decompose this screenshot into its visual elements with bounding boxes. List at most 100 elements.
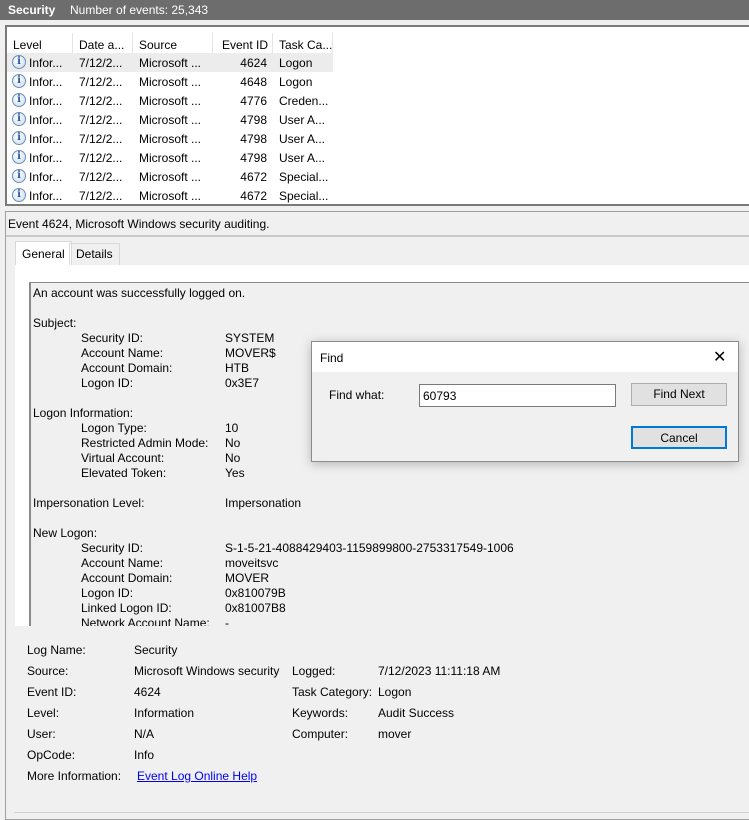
message-value: No (225, 436, 241, 450)
event-count: Number of events: 25,343 (70, 3, 209, 17)
row-source: Microsoft ... (139, 113, 202, 127)
message-key: Network Account Name: (81, 616, 210, 626)
keywords-label: Keywords: (292, 706, 349, 720)
row-level: Infor... (29, 75, 63, 89)
log-name-value: Security (134, 643, 178, 657)
message-value: MOVER (225, 571, 270, 585)
message-value: MOVER$ (225, 346, 276, 360)
find-title-bar: Find ✕ (312, 342, 738, 372)
close-icon[interactable]: ✕ (713, 347, 726, 367)
row-source: Microsoft ... (139, 75, 202, 89)
message-value: SYSTEM (225, 331, 275, 345)
row-event-id: 4798 (240, 132, 267, 146)
log-title: Security (8, 3, 56, 17)
tab-details[interactable]: Details (69, 243, 120, 265)
tab-general[interactable]: General (15, 241, 72, 266)
row-level: Infor... (29, 94, 63, 108)
message-key: Logon ID: (81, 586, 134, 600)
message-key: Linked Logon ID: (81, 601, 172, 615)
message-key: Virtual Account: (81, 451, 165, 465)
row-level: Infor... (29, 189, 63, 203)
find-title: Find (320, 351, 344, 365)
find-next-button[interactable]: Find Next (631, 383, 727, 406)
message-key: Logon Type: (81, 421, 147, 435)
level-label: Level: (27, 706, 60, 720)
source-value: Microsoft Windows security (134, 664, 280, 678)
user-value: N/A (134, 727, 155, 741)
column-task-category[interactable]: Task Ca... (273, 33, 333, 55)
information-icon: i (12, 55, 26, 69)
logged-label: Logged: (292, 664, 336, 678)
information-icon: i (12, 188, 26, 202)
event-row[interactable]: i Infor... 7/12/2... Microsoft ... 4672 … (7, 167, 333, 186)
row-level: Infor... (29, 151, 63, 165)
event-row[interactable]: i Infor... 7/12/2... Microsoft ... 4798 … (7, 148, 333, 167)
message-key: Security ID: (81, 541, 144, 555)
row-source: Microsoft ... (139, 56, 202, 70)
row-task-category: User A... (279, 132, 326, 146)
information-icon: i (12, 74, 26, 88)
task-category-value: Logon (378, 685, 412, 699)
column-source[interactable]: Source (133, 33, 213, 55)
message-line: New Logon: (33, 526, 98, 540)
row-event-id: 4624 (240, 56, 267, 70)
row-date: 7/12/2... (79, 75, 123, 89)
message-line: An account was successfully logged on. (33, 286, 246, 300)
message-key: Account Name: (81, 556, 164, 570)
message-value: Yes (225, 466, 245, 480)
row-source: Microsoft ... (139, 94, 202, 108)
find-what-label: Find what: (329, 388, 385, 402)
row-event-id: 4648 (240, 75, 267, 89)
message-value: Impersonation (225, 496, 302, 510)
event-row[interactable]: i Infor... 7/12/2... Microsoft ... 4798 … (7, 129, 333, 148)
row-date: 7/12/2... (79, 189, 123, 203)
message-value: 10 (225, 421, 239, 435)
row-date: 7/12/2... (79, 170, 123, 184)
message-key: Elevated Token: (81, 466, 167, 480)
message-value: HTB (225, 361, 249, 375)
row-level: Infor... (29, 170, 63, 184)
row-event-id: 4798 (240, 113, 267, 127)
divider (14, 812, 749, 813)
message-key: Security ID: (81, 331, 144, 345)
cancel-button[interactable]: Cancel (631, 426, 727, 449)
row-event-id: 4672 (240, 170, 267, 184)
information-icon: i (12, 150, 26, 164)
row-task-category: Logon (279, 75, 313, 89)
message-key: Restricted Admin Mode: (81, 436, 209, 450)
opcode-label: OpCode: (27, 748, 76, 762)
row-date: 7/12/2... (79, 113, 123, 127)
message-line: Logon Information: (33, 406, 134, 420)
row-level: Infor... (29, 132, 63, 146)
event-id-label: Event ID: (27, 685, 77, 699)
row-event-id: 4776 (240, 94, 267, 108)
column-event-id[interactable]: Event ID (213, 33, 273, 55)
message-key: Logon ID: (81, 376, 134, 390)
find-dialog: Find ✕ Find what: Find Next Cancel (311, 341, 739, 462)
event-list[interactable]: Level Date a... Source Event ID Task Ca.… (5, 25, 749, 206)
row-event-id: 4672 (240, 189, 267, 203)
event-row[interactable]: i Infor... 7/12/2... Microsoft ... 4798 … (7, 110, 333, 129)
information-icon: i (12, 169, 26, 183)
opcode-value: Info (134, 748, 155, 762)
level-value: Information (134, 706, 195, 720)
row-source: Microsoft ... (139, 151, 202, 165)
row-source: Microsoft ... (139, 189, 202, 203)
computer-value: mover (378, 727, 412, 741)
row-task-category: User A... (279, 151, 326, 165)
user-label: User: (27, 727, 56, 741)
task-category-label: Task Category: (292, 685, 373, 699)
message-key: Account Domain: (81, 571, 173, 585)
message-key: Account Name: (81, 346, 164, 360)
find-what-input[interactable] (419, 384, 616, 407)
message-value: No (225, 451, 241, 465)
event-row[interactable]: i Infor... 7/12/2... Microsoft ... 4648 … (7, 72, 333, 91)
event-row[interactable]: i Infor... 7/12/2... Microsoft ... 4776 … (7, 91, 333, 110)
column-date[interactable]: Date a... (73, 33, 133, 55)
row-source: Microsoft ... (139, 132, 202, 146)
event-log-online-help-link[interactable]: Event Log Online Help (137, 769, 257, 783)
event-row[interactable]: i Infor... 7/12/2... Microsoft ... 4624 … (7, 53, 333, 72)
column-level[interactable]: Level (7, 33, 73, 55)
event-row[interactable]: i Infor... 7/12/2... Microsoft ... 4672 … (7, 186, 333, 205)
row-task-category: Creden... (279, 94, 329, 108)
